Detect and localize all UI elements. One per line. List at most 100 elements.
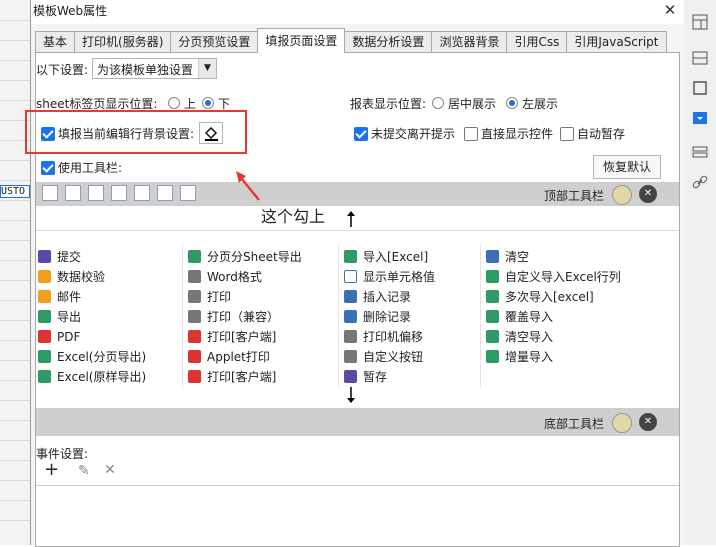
toolbar-item[interactable]: 提交: [38, 248, 81, 266]
toolbar-item[interactable]: 多次导入[excel]: [486, 288, 594, 306]
toolbar-item-label: 导出: [57, 310, 82, 324]
tab-css[interactable]: 引用Css: [506, 31, 568, 53]
toolbar-item-label: 清空导入: [505, 330, 554, 344]
item-icon: [38, 270, 51, 283]
toolbar-item[interactable]: Excel(分页导出): [38, 348, 146, 366]
radio-center[interactable]: [432, 97, 444, 109]
settings-scope-select[interactable]: 为该模板单独设置 ▼: [92, 58, 217, 79]
toolbar-item[interactable]: 邮件: [38, 288, 81, 306]
cell-value-tool-icon[interactable]: [180, 185, 196, 201]
dropdown-widget-icon[interactable]: [690, 108, 710, 128]
add-event-button[interactable]: +: [44, 459, 59, 480]
item-icon: [486, 330, 499, 343]
toolbar-item[interactable]: 增量导入: [486, 348, 553, 366]
delete-event-icon[interactable]: ✕: [104, 462, 116, 478]
toolbar-item-label: 分页分Sheet导出: [207, 250, 302, 264]
item-icon: [344, 370, 357, 383]
toolbar-item[interactable]: 清空导入: [486, 328, 553, 346]
following-settings-label: 以下设置:: [36, 63, 89, 77]
tab-printer-server[interactable]: 打印机(服务器): [74, 31, 172, 53]
toolbar-item[interactable]: 覆盖导入: [486, 308, 553, 326]
toolbar-item-label: 打印机偏移: [363, 330, 424, 344]
toolbar-item[interactable]: Applet打印: [188, 348, 270, 366]
print-tool-icon[interactable]: [88, 185, 104, 201]
direct-controls-checkbox[interactable]: [464, 127, 478, 141]
cells-icon[interactable]: [690, 48, 710, 68]
toolbar-item-label: 打印（兼容）: [207, 310, 280, 324]
item-icon: [188, 330, 201, 343]
item-icon: [344, 310, 357, 323]
toolbar-item[interactable]: 导出: [38, 308, 81, 326]
grid-divider: [338, 245, 339, 387]
mail-tool-icon[interactable]: [134, 185, 150, 201]
toolbar-item[interactable]: 打印: [188, 288, 231, 306]
link-icon[interactable]: [690, 172, 710, 192]
toolbar-item[interactable]: 删除记录: [344, 308, 411, 326]
frame-icon[interactable]: [690, 78, 710, 98]
gear-icon[interactable]: [612, 413, 632, 433]
tab-fill-page[interactable]: 填报页面设置: [257, 28, 346, 53]
right-side-panel: [683, 0, 716, 545]
format-icon[interactable]: [690, 142, 710, 162]
toolbar-item-label: 邮件: [57, 290, 82, 304]
toolbar-item[interactable]: 自定义导入Excel行列: [486, 268, 621, 286]
item-icon: [486, 270, 499, 283]
toolbar-item[interactable]: 打印[客户端]: [188, 328, 276, 346]
toolbar-item[interactable]: 显示单元格值: [344, 268, 435, 286]
validate-tool-icon[interactable]: [65, 185, 81, 201]
toolbar-item[interactable]: Excel(原样导出): [38, 368, 146, 386]
tab-data-analysis[interactable]: 数据分析设置: [344, 31, 433, 53]
close-icon[interactable]: ✕: [662, 2, 678, 18]
tab-browser-background[interactable]: 浏览器背景: [431, 31, 508, 53]
toolbar-item[interactable]: 插入记录: [344, 288, 411, 306]
radio-left[interactable]: [506, 97, 518, 109]
submit-tool-icon[interactable]: [42, 185, 58, 201]
item-icon: [38, 290, 51, 303]
restore-default-button[interactable]: 恢复默认: [593, 155, 661, 179]
toolbar-item[interactable]: 打印[客户端]: [188, 368, 276, 386]
chevron-down-icon: ▼: [198, 59, 216, 78]
toolbar-item[interactable]: 分页分Sheet导出: [188, 248, 302, 266]
toolbar-item[interactable]: 自定义按钮: [344, 348, 423, 366]
unsubmitted-leave-checkbox[interactable]: [354, 127, 368, 141]
tab-javascript[interactable]: 引用JavaScript: [566, 31, 667, 53]
toolbar-item[interactable]: 数据校验: [38, 268, 105, 286]
autosave-checkbox[interactable]: [560, 127, 574, 141]
toolbar-item-label: 打印[客户端]: [207, 370, 277, 384]
remove-toolbar-icon[interactable]: ✕: [639, 413, 657, 431]
use-toolbar-checkbox[interactable]: [41, 161, 55, 175]
toolbar-item[interactable]: 导入[Excel]: [344, 248, 428, 266]
tab-basic[interactable]: 基本: [35, 31, 76, 53]
toolbar-item[interactable]: Word格式: [188, 268, 262, 286]
radio-bottom[interactable]: [202, 97, 214, 109]
toolbar-item[interactable]: 打印（兼容）: [188, 308, 279, 326]
toolbar-item[interactable]: 暂存: [344, 368, 387, 386]
radio-top[interactable]: [168, 97, 180, 109]
report-center-option[interactable]: 居中展示: [432, 95, 496, 112]
remove-toolbar-icon[interactable]: ✕: [639, 185, 657, 203]
grid-divider: [480, 245, 481, 387]
toolbar-item-label: 自定义按钮: [363, 350, 424, 364]
settings-scope-value: 为该模板单独设置: [97, 63, 194, 77]
layout-icon[interactable]: [690, 12, 710, 32]
toolbar-item[interactable]: 清空: [486, 248, 529, 266]
item-icon: [344, 270, 357, 283]
insert-tool-icon[interactable]: [157, 185, 173, 201]
item-icon: [188, 350, 201, 363]
template-web-properties-dialog: 模板Web属性 ✕ 基本 打印机(服务器) 分页预览设置 填报页面设置 数据分析…: [25, 0, 684, 547]
tab-page-preview[interactable]: 分页预览设置: [170, 31, 259, 53]
edit-event-icon[interactable]: ✎: [78, 463, 90, 479]
item-icon: [188, 310, 201, 323]
toolbar-item[interactable]: PDF: [38, 328, 80, 346]
toolbar-item[interactable]: 打印机偏移: [344, 328, 423, 346]
item-icon: [344, 350, 357, 363]
toolbar-item-label: 清空: [505, 250, 530, 264]
toolbar-item-label: 多次导入[excel]: [505, 290, 594, 304]
tab-bar: 基本 打印机(服务器) 分页预览设置 填报页面设置 数据分析设置 浏览器背景 引…: [35, 28, 667, 53]
annotation-arrow: [236, 171, 260, 201]
report-left-option[interactable]: 左展示: [506, 95, 558, 112]
item-icon: [188, 270, 201, 283]
gear-icon[interactable]: [612, 185, 632, 205]
annotation-highlight-box: [25, 110, 247, 154]
export-tool-icon[interactable]: [111, 185, 127, 201]
